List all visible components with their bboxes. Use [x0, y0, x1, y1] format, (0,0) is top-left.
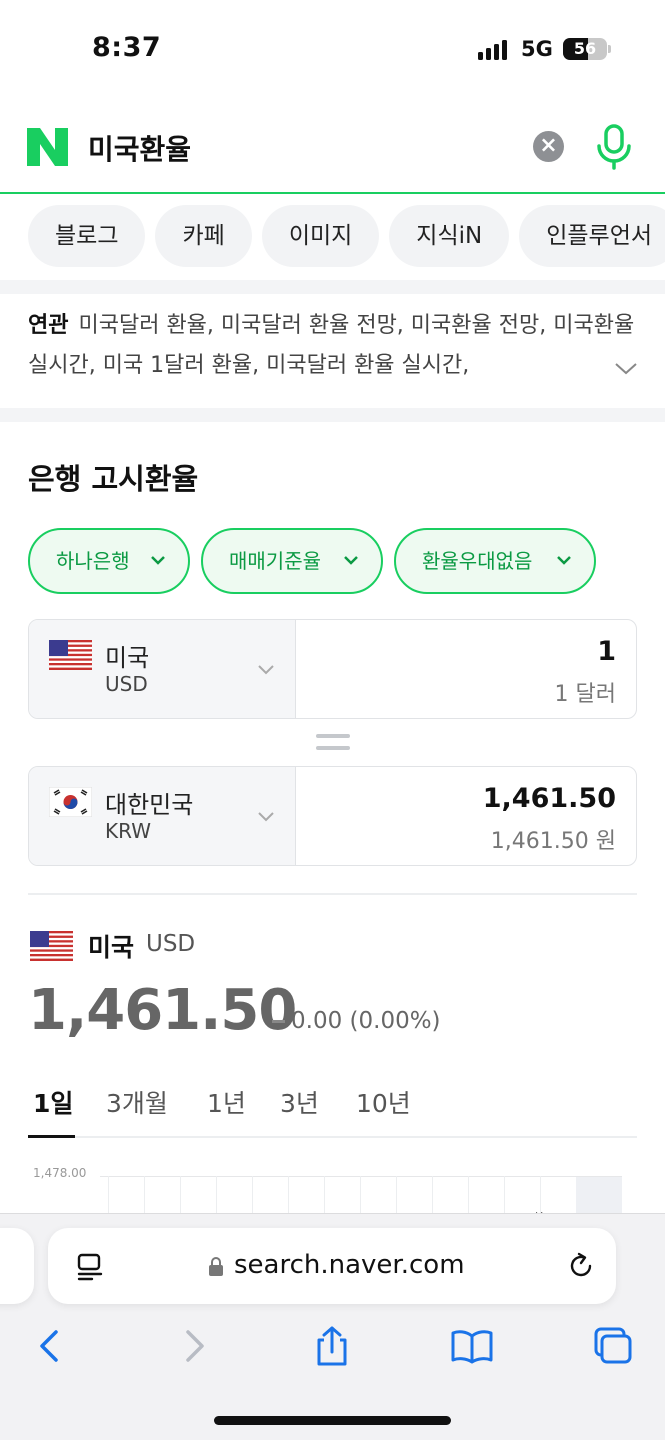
tab-kin[interactable]: 지식iN: [389, 205, 510, 267]
currency-select-to[interactable]: 대한민국 KRW: [29, 767, 296, 865]
amount-label-to: 1,461.50 원: [490, 829, 616, 854]
tab-cafe[interactable]: 카페: [155, 205, 252, 267]
no-change-icon: [272, 1020, 285, 1023]
period-tab-10y[interactable]: 10년: [356, 1084, 411, 1120]
period-tabs: 1일 3개월 1년 3년 10년: [28, 1082, 637, 1138]
amount-input-from[interactable]: 1: [597, 636, 616, 667]
converter-from: 미국 USD 1 1 달러: [28, 619, 637, 719]
filter-rate-type-label: 매매기준율: [229, 549, 321, 573]
tab-influencer[interactable]: 인플루언서: [519, 205, 665, 267]
filter-bank[interactable]: 하나은행: [28, 528, 190, 594]
section-divider: [0, 408, 665, 422]
filter-bar: 하나은행 매매기준율 환율우대없음: [28, 528, 648, 596]
rate-chart[interactable]: 1,478.00 최고 1,465.30: [28, 1160, 637, 1227]
battery-tip: [608, 45, 611, 53]
address-bar[interactable]: search.naver.com: [48, 1228, 616, 1304]
cellular-signal-icon: [478, 40, 510, 60]
filter-rate-type[interactable]: 매매기준율: [201, 528, 383, 594]
currency-name: 대한민국: [105, 791, 194, 819]
filter-bank-label: 하나은행: [56, 549, 130, 573]
equals-icon: [316, 734, 350, 752]
chevron-down-icon: [258, 812, 274, 822]
divider: [28, 893, 637, 895]
chart-gridline: [100, 1176, 622, 1177]
naver-logo-icon[interactable]: [27, 128, 68, 166]
url-text[interactable]: search.naver.com: [234, 1250, 465, 1280]
filter-preference-label: 환율우대없음: [422, 549, 533, 573]
period-tab-3m[interactable]: 3개월: [106, 1084, 168, 1120]
rate-change-value: 0.00 (0.00%): [291, 1008, 441, 1034]
clear-search-button[interactable]: ×: [533, 131, 564, 162]
lock-icon: [209, 1257, 223, 1276]
currency-code: USD: [105, 672, 148, 696]
status-bar: 8:37 5G 56: [0, 0, 665, 100]
battery-percent: 56: [573, 39, 597, 58]
chevron-down-icon: [151, 556, 165, 565]
share-icon[interactable]: [310, 1326, 354, 1366]
filter-preference[interactable]: 환율우대없음: [394, 528, 596, 594]
related-label: 연관: [28, 313, 69, 338]
home-indicator: [214, 1416, 451, 1425]
reload-icon[interactable]: [566, 1251, 596, 1281]
forward-icon[interactable]: [172, 1326, 216, 1366]
chart-y-tick: 1,478.00: [33, 1166, 87, 1180]
currency-code: KRW: [105, 819, 151, 843]
status-time: 8:37: [92, 32, 162, 63]
currency-select-from[interactable]: 미국 USD: [29, 620, 296, 718]
search-query[interactable]: 미국환율: [88, 128, 191, 168]
us-flag-icon: [49, 640, 92, 670]
network-type: 5G: [521, 37, 553, 61]
microphone-icon[interactable]: [594, 124, 634, 170]
active-tab-indicator: [28, 1135, 75, 1138]
tab-blog[interactable]: 블로그: [28, 205, 146, 267]
battery-icon: 56: [563, 38, 607, 60]
related-searches[interactable]: 연관 미국달러 환율, 미국달러 환율 전망, 미국환율 전망, 미국환율 실시간…: [28, 306, 638, 386]
amount-label-from: 1 달러: [554, 682, 616, 707]
us-flag-icon: [30, 931, 73, 961]
rate-value: 1,461.50: [28, 978, 297, 1043]
chevron-down-icon: [344, 556, 358, 565]
search-tabs: 블로그 카페 이미지 지식iN 인플루언서: [28, 205, 665, 269]
converter-to: 대한민국 KRW 1,461.50 1,461.50 원: [28, 766, 637, 866]
search-bar: 미국환율 ×: [0, 100, 665, 194]
section-divider: [0, 280, 665, 294]
page-menu-icon[interactable]: [76, 1252, 104, 1282]
chevron-down-icon[interactable]: [612, 358, 640, 378]
rate-country: 미국: [88, 933, 135, 962]
period-tab-1d[interactable]: 1일: [33, 1084, 73, 1120]
amount-result[interactable]: 1,461.50: [483, 783, 616, 814]
chevron-down-icon: [557, 556, 571, 565]
kr-flag-icon: [49, 787, 92, 817]
rate-change: 0.00 (0.00%): [272, 1008, 441, 1034]
previous-tab-card[interactable]: [0, 1228, 34, 1304]
related-terms[interactable]: 미국달러 환율, 미국달러 환율 전망, 미국환율 전망, 미국환율 실시간, …: [28, 313, 634, 378]
rate-code: USD: [146, 931, 196, 957]
period-tab-1y[interactable]: 1년: [207, 1084, 246, 1120]
period-tab-3y[interactable]: 3년: [280, 1084, 319, 1120]
bookmarks-icon[interactable]: [450, 1326, 494, 1366]
browser-toolbar: search.naver.com: [0, 1213, 665, 1440]
section-title: 은행 고시환율: [28, 462, 199, 496]
chevron-down-icon: [258, 665, 274, 675]
tab-image[interactable]: 이미지: [261, 205, 380, 267]
close-icon: ×: [539, 133, 558, 158]
back-icon[interactable]: [28, 1326, 72, 1366]
currency-name: 미국: [105, 644, 150, 672]
tabs-icon[interactable]: [590, 1326, 634, 1366]
